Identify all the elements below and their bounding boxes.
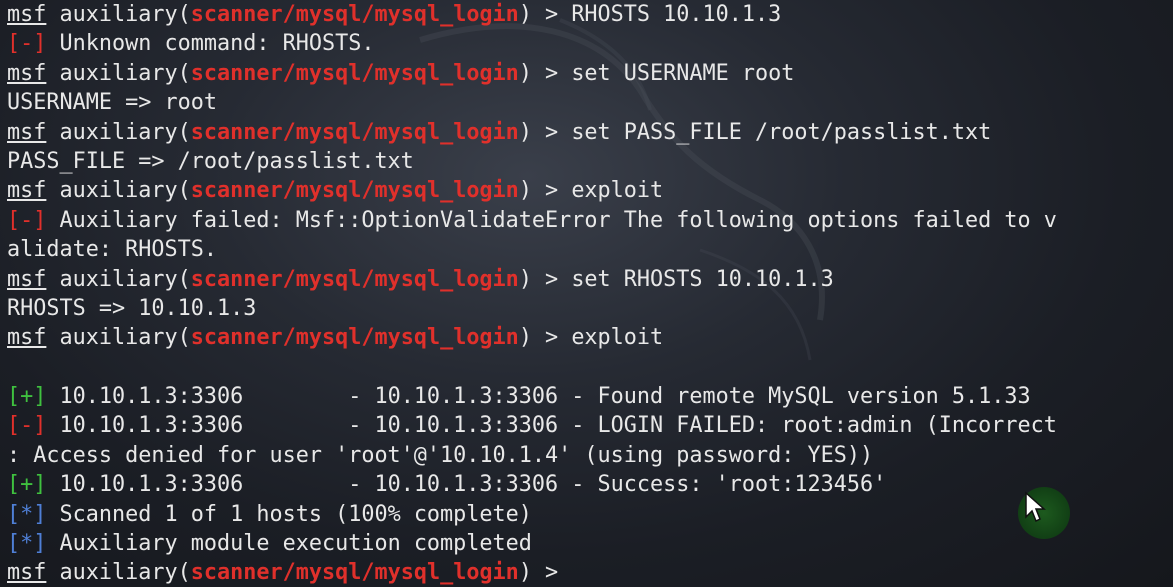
prompt-close: ) > — [518, 60, 572, 86]
command-text: exploit — [571, 178, 664, 204]
msf-prompt-label: msf — [7, 266, 47, 292]
status-line: [-] Auxiliary failed: Msf::OptionValidat… — [7, 206, 1173, 235]
msf-prompt-label: msf — [7, 560, 47, 586]
mouse-pointer-icon — [1025, 491, 1046, 523]
output-line: RHOSTS => 10.10.1.3 — [7, 294, 1173, 323]
status-line: [+] 10.10.1.3:3306 - 10.10.1.3:3306 - Fo… — [7, 382, 1173, 411]
output-line: USERNAME => root — [7, 88, 1173, 117]
prompt-context: auxiliary( — [46, 60, 191, 86]
output-line: : Access denied for user 'root'@'10.10.1… — [7, 441, 1173, 470]
msf-prompt-label: msf — [7, 2, 47, 27]
status-message: 10.10.1.3:3306 - 10.10.1.3:3306 - Succes… — [46, 472, 887, 498]
output-text: PASS_FILE => /root/passlist.txt — [7, 148, 414, 174]
module-name: scanner/mysql/mysql_login — [190, 2, 519, 27]
prompt-context: auxiliary( — [46, 560, 191, 586]
output-line: alidate: RHOSTS. — [7, 235, 1173, 264]
output-text: RHOSTS => 10.10.1.3 — [7, 295, 257, 321]
prompt-context: auxiliary( — [46, 266, 191, 292]
prompt-line: msf auxiliary(scanner/mysql/mysql_login)… — [7, 558, 1173, 587]
command-text: set RHOSTS 10.10.1.3 — [571, 266, 834, 292]
command-text: set USERNAME root — [571, 60, 795, 86]
msf-prompt-label: msf — [7, 178, 47, 204]
output-line: PASS_FILE => /root/passlist.txt — [7, 147, 1173, 176]
status-message: 10.10.1.3:3306 - 10.10.1.3:3306 - Found … — [46, 384, 1031, 410]
module-name: scanner/mysql/mysql_login — [190, 119, 519, 145]
prompt-context: auxiliary( — [46, 119, 191, 145]
status-tag: [-] — [7, 207, 47, 233]
status-line: [+] 10.10.1.3:3306 - 10.10.1.3:3306 - Su… — [7, 470, 1173, 499]
prompt-line: msf auxiliary(scanner/mysql/mysql_login)… — [7, 118, 1173, 147]
terminal-output[interactable]: msf auxiliary(scanner/mysql/mysql_login)… — [7, 0, 1173, 587]
msf-prompt-label: msf — [7, 119, 47, 145]
module-name: scanner/mysql/mysql_login — [190, 60, 519, 86]
status-line: [*] Scanned 1 of 1 hosts (100% complete) — [7, 500, 1173, 529]
mouse-cursor-highlight — [1018, 487, 1070, 539]
prompt-line: msf auxiliary(scanner/mysql/mysql_login)… — [7, 323, 1173, 352]
prompt-close: ) > — [518, 560, 572, 586]
status-tag: [*] — [7, 531, 47, 557]
command-text: set PASS_FILE /root/passlist.txt — [571, 119, 992, 145]
prompt-context: auxiliary( — [46, 2, 191, 27]
status-message: Auxiliary module execution completed — [46, 531, 532, 557]
command-text: exploit — [571, 325, 664, 351]
msf-prompt-label: msf — [7, 60, 47, 86]
output-text: alidate: RHOSTS. — [7, 237, 217, 263]
status-line: [*] Auxiliary module execution completed — [7, 529, 1173, 558]
prompt-context: auxiliary( — [46, 178, 191, 204]
prompt-line: msf auxiliary(scanner/mysql/mysql_login)… — [7, 0, 1173, 29]
prompt-close: ) > — [518, 2, 572, 27]
output-text: USERNAME => root — [7, 90, 217, 116]
status-line: [-] Unknown command: RHOSTS. — [7, 29, 1173, 58]
msf-prompt-label: msf — [7, 325, 47, 351]
module-name: scanner/mysql/mysql_login — [190, 178, 519, 204]
output-text: : Access denied for user 'root'@'10.10.1… — [7, 442, 874, 468]
prompt-line: msf auxiliary(scanner/mysql/mysql_login)… — [7, 59, 1173, 88]
status-tag: [-] — [7, 413, 47, 439]
status-tag: [+] — [7, 472, 47, 498]
command-text: RHOSTS 10.10.1.3 — [571, 2, 782, 27]
status-line: [-] 10.10.1.3:3306 - 10.10.1.3:3306 - LO… — [7, 411, 1173, 440]
prompt-close: ) > — [518, 266, 572, 292]
status-tag: [+] — [7, 384, 47, 410]
status-message: Scanned 1 of 1 hosts (100% complete) — [46, 501, 532, 527]
status-message: 10.10.1.3:3306 - 10.10.1.3:3306 - LOGIN … — [46, 413, 1057, 439]
prompt-close: ) > — [518, 325, 572, 351]
prompt-close: ) > — [518, 178, 572, 204]
prompt-close: ) > — [518, 119, 572, 145]
prompt-line: msf auxiliary(scanner/mysql/mysql_login)… — [7, 265, 1173, 294]
module-name: scanner/mysql/mysql_login — [190, 325, 519, 351]
status-message: Unknown command: RHOSTS. — [46, 31, 375, 57]
status-tag: [*] — [7, 501, 47, 527]
module-name: scanner/mysql/mysql_login — [190, 560, 519, 586]
status-tag: [-] — [7, 31, 47, 57]
module-name: scanner/mysql/mysql_login — [190, 266, 519, 292]
prompt-context: auxiliary( — [46, 325, 191, 351]
status-message: Auxiliary failed: Msf::OptionValidateErr… — [46, 207, 1057, 233]
prompt-line: msf auxiliary(scanner/mysql/mysql_login)… — [7, 176, 1173, 205]
